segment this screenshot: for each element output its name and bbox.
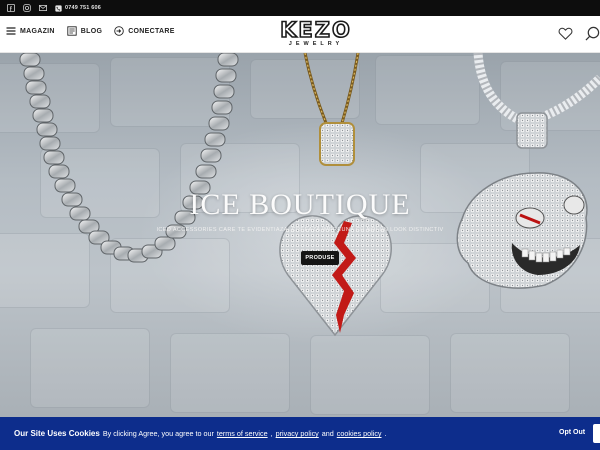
cookie-title: Our Site Uses Cookies — [14, 429, 100, 438]
logo-tagline: JEWELRY — [288, 41, 344, 47]
cookie-period: . — [384, 429, 387, 438]
mail-icon[interactable] — [39, 4, 47, 12]
header-actions — [558, 26, 600, 46]
jewelry-illustration — [19, 53, 600, 337]
privacy-link[interactable]: privacy policy — [276, 429, 319, 438]
pendant-bail-right — [516, 112, 548, 149]
instagram-icon[interactable] — [23, 4, 31, 12]
agree-button[interactable] — [593, 424, 600, 443]
facebook-icon[interactable] — [7, 4, 15, 12]
login-icon — [114, 26, 124, 36]
hero-banner: ICE BOUTIQUE Iced Accessories Care Te Ev… — [0, 53, 600, 417]
nav-magazin[interactable]: MAGAZIN — [6, 26, 55, 36]
nav-blog-label: BLOG — [80, 27, 103, 35]
top-bar: 0749 751 606 — [0, 0, 600, 16]
heart-icon[interactable] — [558, 26, 573, 46]
hero-subtitle: Iced Accessories Care Te Evidentiaza, Cr… — [156, 227, 444, 233]
hero-title: ICE BOUTIQUE — [189, 188, 411, 221]
phone-number: 0749 751 606 — [65, 5, 102, 11]
logo-wordmark: KEZO — [279, 18, 352, 42]
pendant-bail — [319, 122, 355, 166]
nav-blog[interactable]: BLOG — [67, 26, 102, 36]
menu-icon — [6, 27, 16, 35]
nav-magazin-label: MAGAZIN — [20, 27, 55, 35]
cookie-comma: , — [270, 429, 273, 438]
gold-rope-chain — [303, 53, 360, 124]
nav-conectare-label: CONECTARE — [128, 27, 175, 35]
site-logo[interactable]: KEZO JEWELRY — [268, 18, 364, 50]
blog-icon — [67, 26, 77, 36]
cookie-and: and — [321, 429, 334, 438]
phone-icon — [55, 4, 62, 12]
nav-conectare[interactable]: CONECTARE — [114, 26, 175, 36]
opt-out-button[interactable]: Opt Out — [559, 429, 585, 436]
main-nav: MAGAZIN BLOG CONECTARE — [6, 26, 175, 36]
cookie-banner: Our Site Uses Cookies By clicking Agree,… — [0, 417, 600, 450]
cookie-text: By clicking Agree, you agree to our — [102, 429, 214, 438]
site-header: MAGAZIN BLOG CONECTARE KEZO JEWELRY — [0, 16, 600, 53]
search-icon[interactable] — [585, 26, 600, 46]
cookies-policy-link[interactable]: cookies policy — [337, 429, 382, 438]
products-button[interactable]: PRODUSE — [301, 251, 339, 265]
phone-contact[interactable]: 0749 751 606 — [55, 4, 102, 12]
terms-link[interactable]: terms of service — [217, 429, 268, 438]
